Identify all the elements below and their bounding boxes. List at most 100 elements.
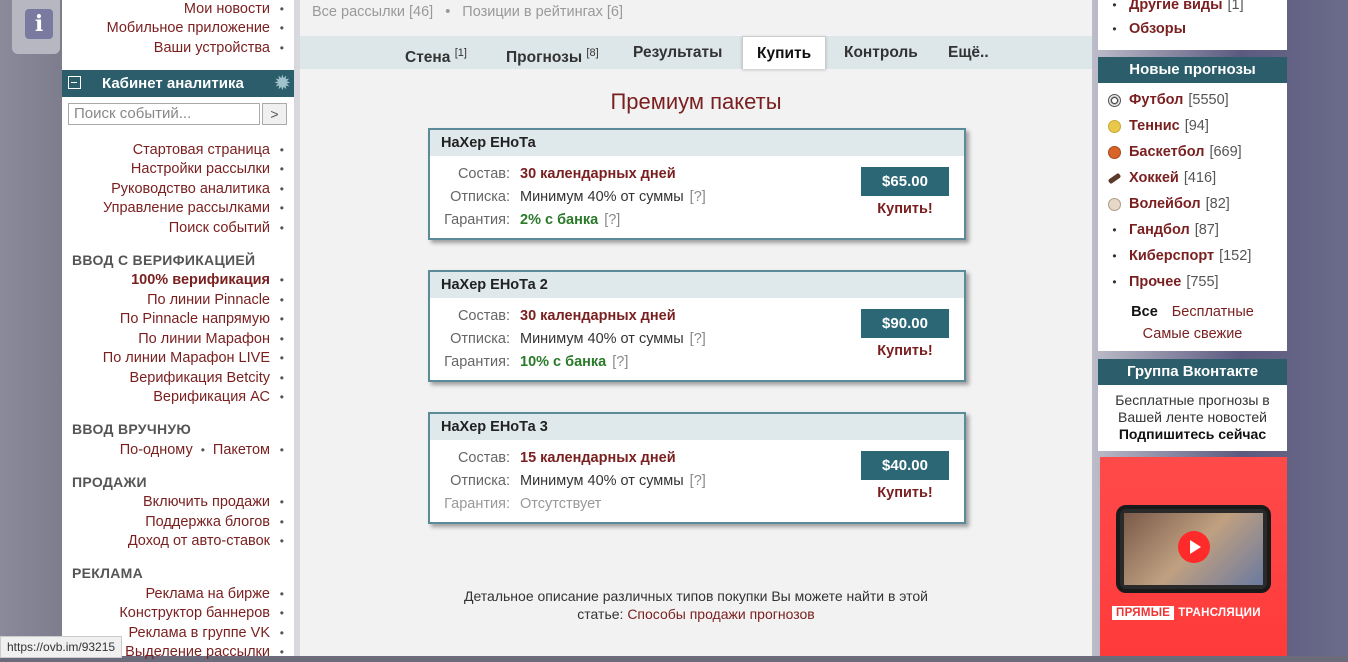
section-manual: ВВОД ВРУЧНУЮ xyxy=(62,418,294,440)
tab-wall[interactable]: Стена [1] xyxy=(405,36,467,69)
menu-item-one-by-one[interactable]: По-одному xyxy=(120,442,193,458)
menu-item-ad-exchange[interactable]: Реклама на бирже• xyxy=(62,584,294,604)
menu-item-blog-support[interactable]: Поддержка блогов• xyxy=(62,512,294,532)
menu-item-marathon-line[interactable]: По линии Марафон• xyxy=(62,329,294,349)
purchase-note: Детальное описание различных типов покуп… xyxy=(450,587,942,623)
main-top-links: Все рассылки [46]•Позиции в рейтингах [6… xyxy=(312,4,623,20)
my-news-link[interactable]: Мои новости• xyxy=(62,0,294,19)
new-forecasts-box: Новые прогнозы Футбол[5550] Теннис[94] Б… xyxy=(1098,57,1287,351)
forecast-filters: Все Бесплатные xyxy=(1098,304,1287,320)
help-link[interactable]: [?] xyxy=(690,331,706,347)
tab-results[interactable]: Результаты xyxy=(633,36,722,69)
buy-link[interactable]: Купить! xyxy=(861,485,949,501)
price-button[interactable]: $40.00 xyxy=(861,451,949,480)
info-icon: i xyxy=(25,9,53,39)
bullet-icon: • xyxy=(1108,217,1121,243)
search-input[interactable]: Поиск событий... xyxy=(68,103,260,125)
bullet-icon: • xyxy=(1108,243,1121,269)
all-mailings-link[interactable]: Все рассылки [46] xyxy=(312,4,433,20)
search-button[interactable]: > xyxy=(262,103,287,125)
help-link[interactable]: [?] xyxy=(690,189,706,205)
info-button[interactable]: i xyxy=(12,0,60,54)
sport-esports[interactable]: •Киберспорт[152] xyxy=(1108,243,1251,269)
menu-item-marathon-live[interactable]: По линии Марафон LIVE• xyxy=(62,349,294,369)
menu-item-search-events[interactable]: Поиск событий• xyxy=(62,218,294,238)
hockey-icon xyxy=(1108,172,1122,184)
price-button[interactable]: $90.00 xyxy=(861,309,949,338)
cabinet-title: Кабинет аналитика xyxy=(102,75,244,92)
menu-item-verify-100[interactable]: 100% верификация• xyxy=(62,271,294,291)
menu-item-mail-settings[interactable]: Настройки рассылки• xyxy=(62,160,294,180)
filter-fresh[interactable]: Самые свежие xyxy=(1098,326,1287,342)
package-name: НаХер ЕНоТа 3 xyxy=(430,414,964,440)
menu-item-betcity[interactable]: Верификация Betcity• xyxy=(62,368,294,388)
categories-box: •Другие виды[1] •Обзоры xyxy=(1098,0,1287,50)
tab-more[interactable]: Ещё.. xyxy=(948,36,989,69)
package-name: НаХер ЕНоТа 2 xyxy=(430,272,964,298)
bullet-icon: • xyxy=(1108,269,1121,295)
sport-handball[interactable]: •Гандбол[87] xyxy=(1108,217,1219,243)
filter-all[interactable]: Все xyxy=(1131,304,1158,320)
vk-subscribe-link[interactable]: Подпишитесь сейчас xyxy=(1098,426,1287,442)
menu-item-pinnacle-direct[interactable]: По Pinnacle напрямую• xyxy=(62,310,294,330)
basketball-icon xyxy=(1108,146,1121,159)
sport-other[interactable]: •Прочее[755] xyxy=(1108,269,1219,295)
sale-methods-link[interactable]: Способы продажи прогнозов xyxy=(627,606,814,622)
package-card: НаХер ЕНоТа 2 Состав: 30 календарных дне… xyxy=(428,270,966,382)
help-link[interactable]: [?] xyxy=(604,212,620,228)
collapse-icon[interactable] xyxy=(68,76,81,89)
help-link[interactable]: [?] xyxy=(612,354,628,370)
user-links: Мои новости• Мобильное приложение• Ваши … xyxy=(62,0,294,64)
tab-buy[interactable]: Купить xyxy=(742,36,826,69)
status-bar-url: https://ovb.im/93215 xyxy=(0,636,122,658)
section-sales: ПРОДАЖИ xyxy=(62,471,294,493)
phone-image xyxy=(1116,505,1271,593)
filter-free[interactable]: Бесплатные xyxy=(1172,304,1254,320)
menu-item-auto-bet-income[interactable]: Доход от авто-ставок• xyxy=(62,532,294,552)
volleyball-icon xyxy=(1108,198,1121,211)
play-icon xyxy=(1178,531,1210,563)
left-sidebar: Мои новости• Мобильное приложение• Ваши … xyxy=(62,0,294,656)
sport-volleyball[interactable]: Волейбол[82] xyxy=(1108,191,1230,217)
new-forecasts-title: Новые прогнозы xyxy=(1098,57,1287,83)
manual-links: По-одному • Пакетом • xyxy=(62,440,294,460)
tab-forecasts[interactable]: Прогнозы [8] xyxy=(506,36,599,69)
sport-hockey[interactable]: Хоккей[416] xyxy=(1108,165,1216,191)
football-icon xyxy=(1108,94,1121,107)
price-button[interactable]: $65.00 xyxy=(861,167,949,196)
mobile-app-link[interactable]: Мобильное приложение• xyxy=(62,19,294,39)
buy-link[interactable]: Купить! xyxy=(861,201,949,217)
menu-item-pinnacle-line[interactable]: По линии Pinnacle• xyxy=(62,290,294,310)
gear-icon[interactable]: ✹ xyxy=(275,73,290,94)
main-content: Все рассылки [46]•Позиции в рейтингах [6… xyxy=(300,0,1092,656)
tab-control[interactable]: Контроль xyxy=(844,36,918,69)
menu-item-guide[interactable]: Руководство аналитика• xyxy=(62,179,294,199)
vk-group-title: Группа Вконтакте xyxy=(1098,359,1287,385)
vk-group-box: Группа Вконтакте Бесплатные прогнозы в В… xyxy=(1098,359,1287,451)
cabinet-menu: Стартовая страница• Настройки рассылки• … xyxy=(62,140,294,662)
sport-basketball[interactable]: Баскетбол[669] xyxy=(1108,139,1242,165)
rating-positions-link[interactable]: Позиции в рейтингах [6] xyxy=(462,4,623,20)
menu-item-start[interactable]: Стартовая страница• xyxy=(62,140,294,160)
package-card: НаХер ЕНоТа Состав: 30 календарных дней … xyxy=(428,128,966,240)
help-link[interactable]: [?] xyxy=(690,473,706,489)
menu-item-enable-sales[interactable]: Включить продажи• xyxy=(62,493,294,513)
category-reviews[interactable]: •Обзоры xyxy=(1108,16,1186,42)
section-verify: ВВОД С ВЕРИФИКАЦИЕЙ xyxy=(62,249,294,271)
menu-item-verify-ac[interactable]: Верификация АС• xyxy=(62,388,294,408)
sport-football[interactable]: Футбол[5550] xyxy=(1108,87,1229,113)
menu-item-batch[interactable]: Пакетом xyxy=(213,442,270,458)
menu-item-manage-mailings[interactable]: Управление рассылками• xyxy=(62,199,294,219)
vk-text: Бесплатные прогнозы в Вашей ленте новост… xyxy=(1104,392,1281,426)
page-title: Премиум пакеты xyxy=(300,89,1092,115)
package-card: НаХер ЕНоТа 3 Состав: 15 календарных дне… xyxy=(428,412,966,524)
right-sidebar: •Другие виды[1] •Обзоры Новые прогнозы Ф… xyxy=(1098,0,1287,656)
sport-tennis[interactable]: Теннис[94] xyxy=(1108,113,1209,139)
buy-link[interactable]: Купить! xyxy=(861,343,949,359)
package-name: НаХер ЕНоТа xyxy=(430,130,964,156)
devices-link[interactable]: Ваши устройства• xyxy=(62,38,294,58)
tennis-icon xyxy=(1108,120,1121,133)
section-ads: РЕКЛАМА xyxy=(62,562,294,584)
ad-banner[interactable]: ПРЯМЫЕТРАНСЛЯЦИИ xyxy=(1100,457,1287,656)
menu-item-banner-builder[interactable]: Конструктор баннеров• xyxy=(62,604,294,624)
